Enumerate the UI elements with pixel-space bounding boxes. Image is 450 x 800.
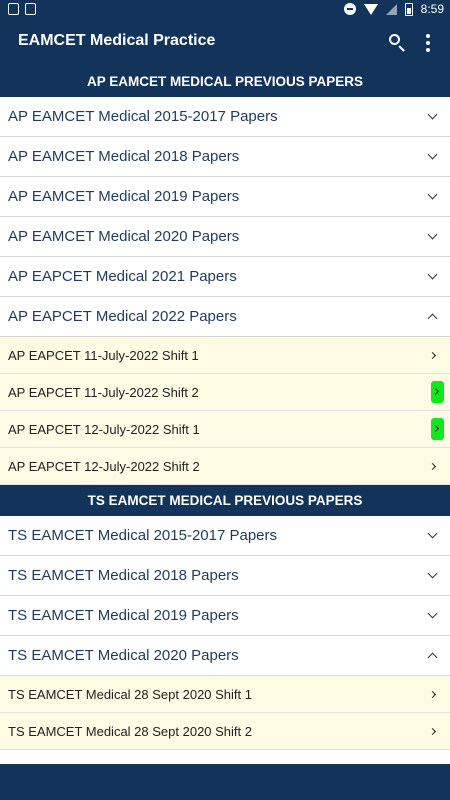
paper-label: AP EAPCET 11-July-2022 Shift 2 — [8, 385, 199, 400]
expandable-group[interactable]: AP EAPCET Medical 2021 Papers — [0, 257, 450, 297]
expandable-group[interactable]: AP EAMCET Medical 2015-2017 Papers — [0, 97, 450, 137]
chevron-down-icon[interactable] — [427, 528, 438, 539]
expandable-group[interactable]: TS EAMCET Medical 2018 Papers — [0, 556, 450, 596]
expandable-group[interactable]: TS EAMCET Medical 2015-2017 Papers — [0, 516, 450, 556]
paper-label: AP EAPCET 12-July-2022 Shift 1 — [8, 422, 200, 437]
expandable-group[interactable]: AP EAPCET Medical 2022 Papers — [0, 297, 450, 337]
status-bar-time: 8:59 — [420, 2, 444, 16]
paper-list-item[interactable]: AP EAPCET 12-July-2022 Shift 1 — [0, 411, 450, 448]
group-label: AP EAMCET Medical 2019 Papers — [8, 188, 240, 205]
group-label: TS EAMCET Medical 2018 Papers — [8, 567, 239, 584]
image-icon — [8, 3, 19, 15]
app-title: EAMCET Medical Practice — [18, 32, 216, 49]
status-bar-right-icons: 8:59 — [343, 2, 444, 16]
cell-signal-icon — [385, 3, 397, 15]
paper-list-item[interactable]: AP EAPCET 11-July-2022 Shift 1 — [0, 337, 450, 374]
section-header: AP EAMCET MEDICAL PREVIOUS PAPERS — [0, 66, 450, 97]
chevron-right-icon[interactable] — [428, 457, 442, 477]
paper-list-item[interactable]: TS EAMCET Medical 28 Sept 2020 Shift 2 — [0, 713, 450, 750]
wifi-icon — [363, 3, 378, 15]
chevron-right-icon[interactable] — [431, 418, 444, 440]
paper-list-item[interactable]: AP EAPCET 12-July-2022 Shift 2 — [0, 448, 450, 485]
chevron-right-icon[interactable] — [428, 346, 442, 366]
do-not-disturb-icon — [343, 3, 356, 15]
status-bar: 8:59 — [0, 0, 450, 20]
chevron-right-icon[interactable] — [431, 381, 444, 403]
chevron-down-icon[interactable] — [427, 608, 438, 619]
group-label: AP EAMCET Medical 2020 Papers — [8, 228, 240, 245]
paper-list-item[interactable]: AP EAPCET 11-July-2022 Shift 2 — [0, 374, 450, 411]
group-label: TS EAMCET Medical 2020 Papers — [8, 647, 239, 664]
chevron-down-icon[interactable] — [427, 568, 438, 579]
group-label: AP EAMCET Medical 2015-2017 Papers — [8, 108, 278, 125]
chevron-down-icon[interactable] — [427, 189, 438, 200]
group-label: AP EAMCET Medical 2018 Papers — [8, 148, 240, 165]
battery-icon — [404, 2, 413, 16]
group-label: TS EAMCET Medical 2019 Papers — [8, 607, 239, 624]
papers-list[interactable]: AP EAMCET MEDICAL PREVIOUS PAPERS AP EAMC… — [0, 66, 450, 764]
paper-label: TS EAMCET Medical 28 Sept 2020 Shift 2 — [8, 724, 252, 739]
chevron-down-icon[interactable] — [427, 109, 438, 120]
paper-list-item[interactable]: TS EAMCET Medical 28 Sept 2020 Shift 1 — [0, 676, 450, 713]
search-icon[interactable] — [386, 31, 410, 55]
paper-label: AP EAPCET 11-July-2022 Shift 1 — [8, 348, 199, 363]
chevron-down-icon[interactable] — [427, 229, 438, 240]
expandable-group[interactable]: TS EAMCET Medical 2020 Papers — [0, 636, 450, 676]
expandable-group[interactable]: AP EAMCET Medical 2020 Papers — [0, 217, 450, 257]
paper-label: AP EAPCET 12-July-2022 Shift 2 — [8, 459, 200, 474]
expandable-group[interactable]: AP EAMCET Medical 2019 Papers — [0, 177, 450, 217]
group-label: AP EAPCET Medical 2021 Papers — [8, 268, 237, 285]
status-bar-left-icons — [8, 3, 36, 15]
chevron-down-icon[interactable] — [427, 269, 438, 280]
app-bar: EAMCET Medical Practice — [0, 20, 450, 66]
overflow-menu-icon[interactable] — [418, 31, 438, 55]
group-label: TS EAMCET Medical 2015-2017 Papers — [8, 527, 278, 544]
expandable-group[interactable]: TS EAMCET Medical 2019 Papers — [0, 596, 450, 636]
notification-a-icon — [25, 3, 36, 15]
chevron-down-icon[interactable] — [427, 149, 438, 160]
bottom-bar — [0, 764, 450, 800]
expandable-group[interactable]: AP EAMCET Medical 2018 Papers — [0, 137, 450, 177]
section-header: TS EAMCET MEDICAL PREVIOUS PAPERS — [0, 485, 450, 516]
chevron-up-icon[interactable] — [427, 652, 438, 663]
group-label: AP EAPCET Medical 2022 Papers — [8, 308, 237, 325]
chevron-right-icon[interactable] — [428, 685, 442, 705]
chevron-up-icon[interactable] — [427, 313, 438, 324]
chevron-right-icon[interactable] — [428, 722, 442, 742]
paper-label: TS EAMCET Medical 28 Sept 2020 Shift 1 — [8, 687, 252, 702]
